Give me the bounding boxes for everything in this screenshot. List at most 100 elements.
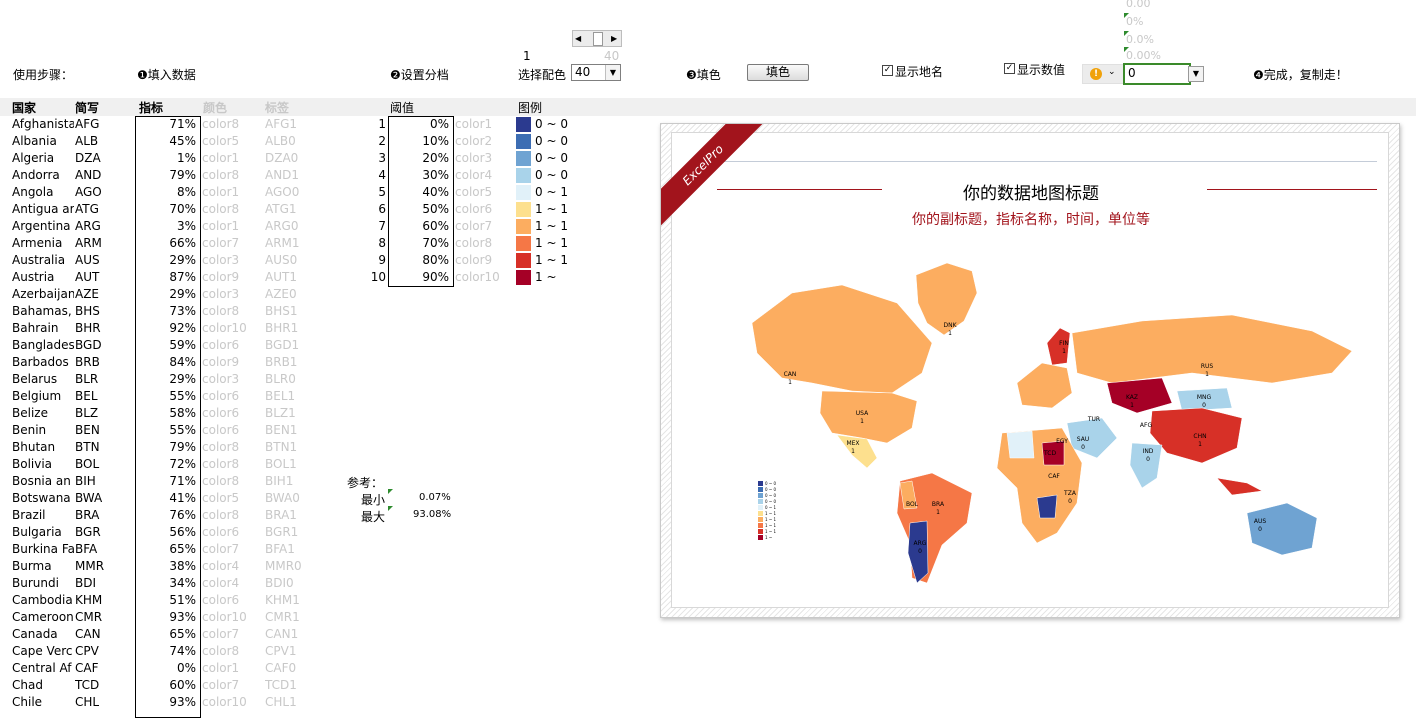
cell-code[interactable]: CHL	[75, 694, 130, 711]
cell-color[interactable]: color6	[202, 422, 262, 439]
cell-label[interactable]: BRA1	[265, 507, 310, 524]
cell-color[interactable]: color4	[202, 558, 262, 575]
cell-code[interactable]: AZE	[75, 286, 130, 303]
cell-label[interactable]: AZE0	[265, 286, 310, 303]
cell-name[interactable]: Belgium	[12, 388, 74, 405]
cell-name[interactable]: Bhutan	[12, 439, 74, 456]
threshold-color[interactable]: color7	[455, 218, 515, 235]
table-row[interactable]: Brazil BRA 76% color8 BRA1	[0, 507, 310, 524]
cell-code[interactable]: BLZ	[75, 405, 130, 422]
table-row[interactable]: Azerbaijan AZE 29% color3 AZE0	[0, 286, 310, 303]
cell-code[interactable]: TCD	[75, 677, 130, 694]
table-row[interactable]: Burundi BDI 34% color4 BDI0	[0, 575, 310, 592]
cell-label[interactable]: CMR1	[265, 609, 310, 626]
threshold-row[interactable]: 2 10% color2 0 ~ 0	[0, 133, 600, 150]
threshold-n[interactable]: 1	[360, 116, 386, 133]
cell-name[interactable]: Bulgaria	[12, 524, 74, 541]
cell-label[interactable]: BGR1	[265, 524, 310, 541]
threshold-color[interactable]: color8	[455, 235, 515, 252]
cell-color[interactable]: color6	[202, 592, 262, 609]
table-row[interactable]: Belarus BLR 29% color3 BLR0	[0, 371, 310, 388]
cell-color[interactable]: color6	[202, 405, 262, 422]
cell-label[interactable]: CHL1	[265, 694, 310, 711]
cell-code[interactable]: BRA	[75, 507, 130, 524]
threshold-n[interactable]: 2	[360, 133, 386, 150]
threshold-pct[interactable]: 10%	[390, 133, 449, 150]
cell-code[interactable]: CPV	[75, 643, 130, 660]
threshold-n[interactable]: 9	[360, 252, 386, 269]
cell-name[interactable]: Canada	[12, 626, 74, 643]
cell-pct[interactable]: 93%	[136, 609, 196, 626]
palette-scrollbar[interactable]: ◀ ▶	[572, 30, 622, 47]
cell-label[interactable]: BWA0	[265, 490, 310, 507]
threshold-color[interactable]: color2	[455, 133, 515, 150]
cell-label[interactable]: KHM1	[265, 592, 310, 609]
scroll-left-icon[interactable]: ◀	[575, 31, 581, 46]
cell-name[interactable]: Cambodia	[12, 592, 74, 609]
cell-code[interactable]: BLR	[75, 371, 130, 388]
cell-label[interactable]: BTN1	[265, 439, 310, 456]
cell-code[interactable]: BGD	[75, 337, 130, 354]
cell-code[interactable]: BOL	[75, 456, 130, 473]
threshold-legend[interactable]: 0 ~ 0	[535, 167, 595, 184]
cell-name[interactable]: Burma	[12, 558, 74, 575]
scroll-right-icon[interactable]: ▶	[611, 31, 617, 46]
threshold-n[interactable]: 7	[360, 218, 386, 235]
table-row[interactable]: Banglades BGD 59% color6 BGD1	[0, 337, 310, 354]
table-row[interactable]: Cape Verc CPV 74% color8 CPV1	[0, 643, 310, 660]
cell-code[interactable]: BIH	[75, 473, 130, 490]
cell-color[interactable]: color7	[202, 626, 262, 643]
palette-select[interactable]: 40 ▼	[571, 64, 621, 81]
threshold-n[interactable]: 8	[360, 235, 386, 252]
cell-name[interactable]: Chad	[12, 677, 74, 694]
threshold-pct[interactable]: 60%	[390, 218, 449, 235]
threshold-legend[interactable]: 0 ~ 0	[535, 133, 595, 150]
threshold-row[interactable]: 5 40% color5 0 ~ 1	[0, 184, 600, 201]
cell-name[interactable]: Bahrain	[12, 320, 74, 337]
cell-name[interactable]: Central Af	[12, 660, 74, 677]
cell-color[interactable]: color8	[202, 643, 262, 660]
cell-pct[interactable]: 29%	[136, 371, 196, 388]
threshold-pct[interactable]: 50%	[390, 201, 449, 218]
cell-code[interactable]: CAN	[75, 626, 130, 643]
threshold-n[interactable]: 4	[360, 167, 386, 184]
cell-pct[interactable]: 79%	[136, 439, 196, 456]
cell-label[interactable]: BDI0	[265, 575, 310, 592]
cell-label[interactable]: BRB1	[265, 354, 310, 371]
threshold-pct[interactable]: 80%	[390, 252, 449, 269]
cell-name[interactable]: Burundi	[12, 575, 74, 592]
cell-color[interactable]: color6	[202, 388, 262, 405]
cell-label[interactable]: BOL1	[265, 456, 310, 473]
table-row[interactable]: Bolivia BOL 72% color8 BOL1	[0, 456, 310, 473]
cell-pct[interactable]: 38%	[136, 558, 196, 575]
table-row[interactable]: Botswana BWA 41% color5 BWA0	[0, 490, 310, 507]
table-row[interactable]: Chile CHL 93% color10 CHL1	[0, 694, 310, 711]
table-row[interactable]: Bhutan BTN 79% color8 BTN1	[0, 439, 310, 456]
cell-code[interactable]: CAF	[75, 660, 130, 677]
show-values-checkbox[interactable]: ✓	[1004, 63, 1015, 74]
cell-color[interactable]: color8	[202, 507, 262, 524]
threshold-n[interactable]: 10	[360, 269, 386, 286]
cell-code[interactable]: BHR	[75, 320, 130, 337]
cell-color[interactable]: color3	[202, 286, 262, 303]
cell-pct[interactable]: 72%	[136, 456, 196, 473]
cell-color[interactable]: color8	[202, 303, 262, 320]
table-row[interactable]: Belize BLZ 58% color6 BLZ1	[0, 405, 310, 422]
cell-pct[interactable]: 73%	[136, 303, 196, 320]
cell-pct[interactable]: 41%	[136, 490, 196, 507]
threshold-pct[interactable]: 90%	[390, 269, 449, 286]
cell-name[interactable]: Cameroon	[12, 609, 74, 626]
threshold-n[interactable]: 3	[360, 150, 386, 167]
cell-name[interactable]: Bolivia	[12, 456, 74, 473]
cell-name[interactable]: Cape Verc	[12, 643, 74, 660]
format-input[interactable]: 0	[1123, 63, 1191, 85]
cell-label[interactable]: BLZ1	[265, 405, 310, 422]
cell-pct[interactable]: 74%	[136, 643, 196, 660]
threshold-row[interactable]: 10 90% color10 1 ~	[0, 269, 600, 286]
cell-code[interactable]: BHS	[75, 303, 130, 320]
threshold-legend[interactable]: 1 ~ 1	[535, 218, 595, 235]
format-option[interactable]: 0.0%	[1126, 33, 1154, 46]
threshold-row[interactable]: 9 80% color9 1 ~ 1	[0, 252, 600, 269]
threshold-row[interactable]: 4 30% color4 0 ~ 0	[0, 167, 600, 184]
cell-color[interactable]: color8	[202, 456, 262, 473]
